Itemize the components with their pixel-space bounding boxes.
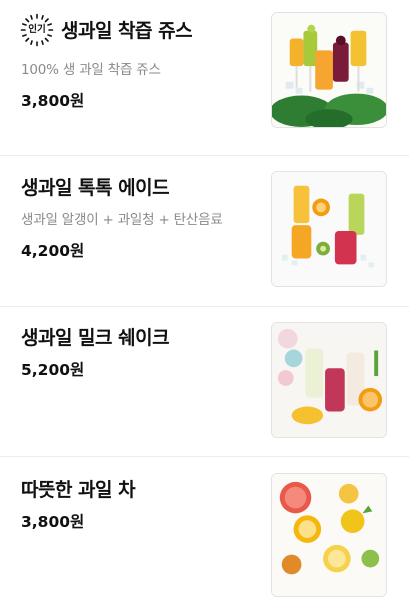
popular-badge: 인기 xyxy=(20,13,54,47)
milkshake-photo xyxy=(271,322,387,438)
fresh-juice-photo xyxy=(271,12,387,128)
item-title: 생과일 밀크 쉐이크 xyxy=(21,327,170,349)
fruit-ade-photo xyxy=(271,171,387,287)
item-price: 3,800원 xyxy=(21,92,85,110)
menu-item-fresh-juice[interactable]: 인기 생과일 착즙 쥬스 100% 생 과일 착즙 쥬스 3,800원 xyxy=(0,0,409,155)
item-title: 따뜻한 과일 차 xyxy=(21,479,136,501)
item-description: 생과일 알갱이 + 과일청 + 탄산음료 xyxy=(21,212,223,228)
item-price: 3,800원 xyxy=(21,513,85,531)
item-title: 생과일 톡톡 에이드 xyxy=(21,177,170,199)
menu-item-fruit-tea[interactable]: 따뜻한 과일 차 3,800원 xyxy=(0,457,409,597)
item-price: 4,200원 xyxy=(21,242,85,260)
fruit-tea-photo xyxy=(271,473,387,597)
item-price: 5,200원 xyxy=(21,361,85,379)
item-description: 100% 생 과일 착즙 쥬스 xyxy=(21,62,161,78)
menu-item-fruit-ade[interactable]: 생과일 톡톡 에이드 생과일 알갱이 + 과일청 + 탄산음료 4,200원 xyxy=(0,156,409,306)
menu-list: 인기 생과일 착즙 쥬스 100% 생 과일 착즙 쥬스 3,800원 생과일 … xyxy=(0,0,409,597)
badge-label: 인기 xyxy=(28,24,46,35)
item-title: 생과일 착즙 쥬스 xyxy=(61,20,193,42)
menu-item-milkshake[interactable]: 생과일 밀크 쉐이크 5,200원 xyxy=(0,307,409,456)
